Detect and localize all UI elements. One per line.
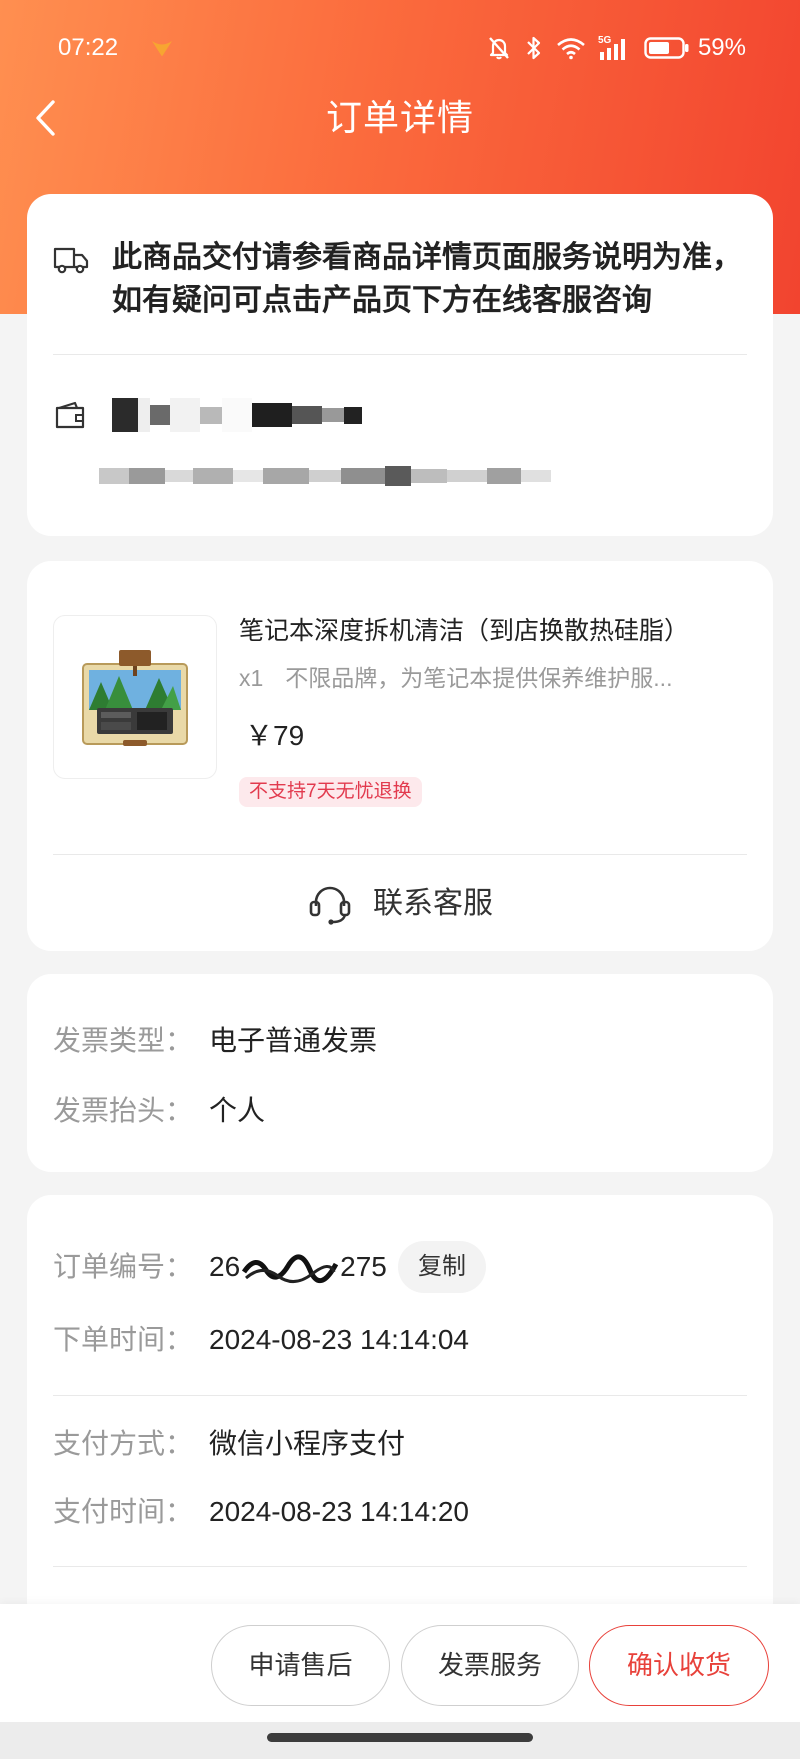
- invoice-title-label: 发票抬头：: [53, 1095, 194, 1126]
- return-policy-badge: 不支持7天无忧退换: [239, 777, 422, 807]
- home-indicator[interactable]: [267, 1733, 533, 1742]
- invoice-type-value: 电子普通发票: [209, 1025, 378, 1056]
- order-number-label: 订单编号：: [53, 1251, 194, 1282]
- bluetooth-icon: [527, 36, 541, 60]
- bottom-action-bar: 申请售后 发票服务 确认收货: [0, 1604, 800, 1722]
- headset-icon: [309, 886, 351, 925]
- battery-icon: [644, 37, 689, 59]
- product-card: 笔记本深度拆机清洁（到店换散热硅脂） x1 不限品牌，为笔记本提供保养维护服...…: [27, 561, 773, 951]
- payment-method-label: 支付方式：: [53, 1428, 194, 1459]
- after-sale-button[interactable]: 申请售后: [211, 1625, 390, 1706]
- order-created-value: 2024-08-23 14:14:04: [209, 1324, 469, 1355]
- redacted-address: [99, 462, 599, 490]
- wallet-icon: [55, 401, 85, 429]
- status-time: 07:22: [58, 34, 119, 61]
- laptop-case-image: [82, 650, 188, 746]
- invoice-card: 发票类型： 电子普通发票 发票抬头： 个人: [27, 974, 773, 1172]
- divider: [53, 354, 747, 355]
- divider: [53, 1566, 747, 1567]
- order-number-suffix: 275: [340, 1251, 387, 1282]
- divider: [53, 1395, 747, 1396]
- invoice-type-label: 发票类型：: [53, 1025, 194, 1056]
- status-icons: 5G 59%: [486, 30, 746, 66]
- svg-text:5G: 5G: [598, 35, 612, 46]
- product-description: 不限品牌，为笔记本提供保养维护服...: [285, 665, 673, 691]
- product-image[interactable]: [53, 615, 217, 779]
- invoice-title-value: 个人: [209, 1095, 266, 1126]
- payment-time-value: 2024-08-23 14:14:20: [209, 1496, 469, 1527]
- delivery-notice-card: 此商品交付请参看商品详情页面服务说明为准， 如有疑问可点击产品页下方在线客服咨询: [27, 194, 773, 536]
- notification-icon: [152, 41, 172, 56]
- payment-time-label: 支付时间：: [53, 1496, 194, 1527]
- product-title[interactable]: 笔记本深度拆机清洁（到店换散热硅脂）: [239, 615, 689, 647]
- order-info-card: 订单编号： 26 275 复制 下单时间： 2024-08-23 14:14:0…: [27, 1195, 773, 1625]
- confirm-receipt-button[interactable]: 确认收货: [589, 1625, 769, 1706]
- page-title: 订单详情: [325, 97, 474, 138]
- order-number-value: 26 275: [209, 1247, 387, 1287]
- notice-line-2: 如有疑问可点击产品页下方在线客服咨询: [112, 284, 652, 317]
- invoice-service-button[interactable]: 发票服务: [401, 1625, 579, 1706]
- redacted-recipient-name: [112, 398, 394, 432]
- truck-icon: [53, 247, 89, 274]
- product-spec: x1 不限品牌，为笔记本提供保养维护服...: [239, 662, 672, 694]
- divider: [53, 854, 747, 855]
- battery-level: 59%: [697, 34, 746, 61]
- payment-method-value: 微信小程序支付: [209, 1428, 406, 1459]
- mute-icon: [489, 37, 509, 60]
- wifi-icon: [557, 38, 585, 60]
- contact-service-label: 联系客服: [373, 887, 493, 920]
- order-number-prefix: 26: [209, 1251, 241, 1282]
- cellular-signal-icon: 5G: [598, 35, 625, 60]
- product-quantity: x1: [239, 665, 264, 691]
- chevron-left-icon[interactable]: [26, 96, 70, 140]
- product-price: ￥79: [245, 720, 305, 751]
- copy-order-number-button[interactable]: 复制: [398, 1241, 486, 1293]
- order-created-label: 下单时间：: [53, 1324, 194, 1355]
- contact-service-button[interactable]: 联系客服: [27, 879, 773, 929]
- notice-line-1: 此商品交付请参看商品详情页面服务说明为准，: [112, 241, 742, 274]
- redaction-scribble: [242, 1254, 339, 1283]
